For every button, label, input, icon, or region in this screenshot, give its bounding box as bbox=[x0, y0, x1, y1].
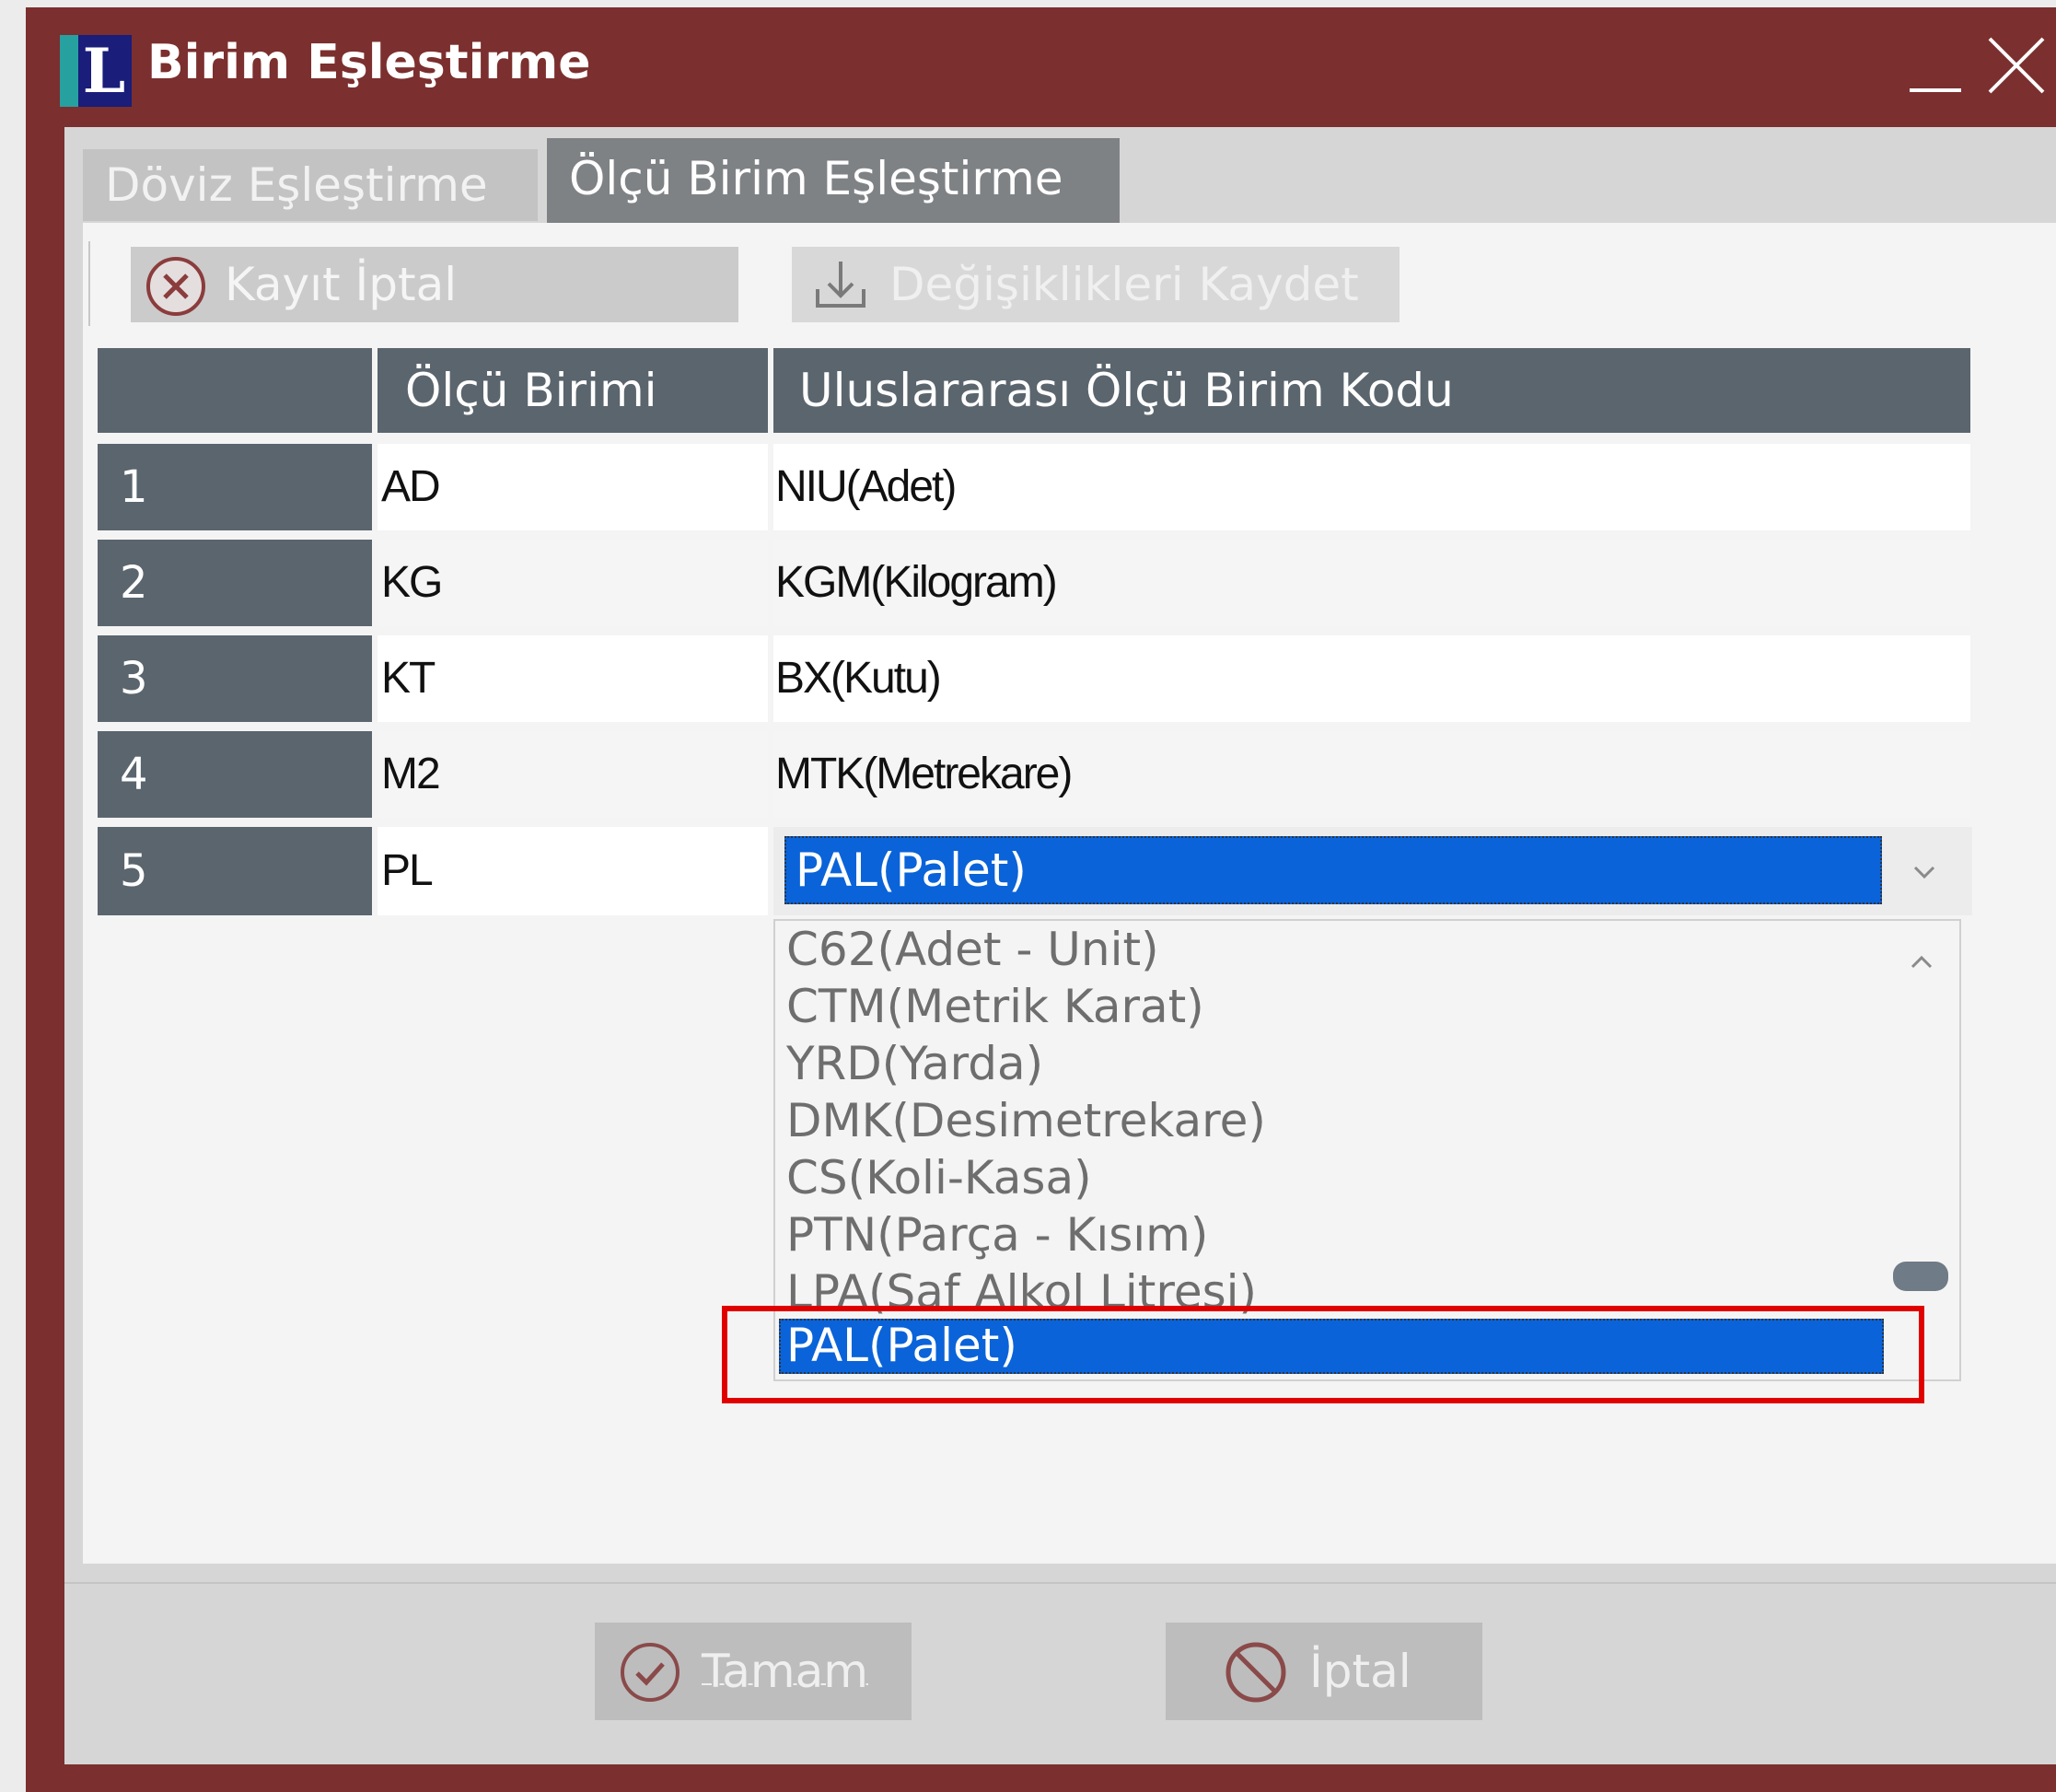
tab-doviz-eslestirme[interactable]: Döviz Eşleştirme bbox=[83, 149, 538, 221]
window-title: Birim Eşleştirme bbox=[147, 35, 591, 90]
row-number[interactable]: 2 bbox=[98, 540, 372, 626]
unit-cell[interactable]: M2 bbox=[378, 731, 768, 818]
combobox-selected-value[interactable]: PAL(Palet) bbox=[784, 836, 1882, 904]
toolbar-grip bbox=[88, 241, 90, 326]
row-number[interactable]: 5 bbox=[98, 827, 372, 915]
column-header-olcu-birimi[interactable]: Ölçü Birimi bbox=[378, 348, 768, 433]
code-cell[interactable]: NIU(Adet) bbox=[773, 444, 1970, 530]
code-cell[interactable]: KGM(Kilogram) bbox=[773, 540, 1970, 626]
degisiklikleri-kaydet-label: Değişiklikleri Kaydet bbox=[889, 258, 1359, 311]
unit-cell[interactable]: AD bbox=[378, 444, 768, 530]
iptal-button[interactable]: İptal bbox=[1166, 1623, 1482, 1720]
chevron-down-icon[interactable] bbox=[1897, 847, 1952, 899]
dropdown-option[interactable]: DMK(Desimetrekare) bbox=[784, 1092, 1882, 1149]
dropdown-option[interactable]: C62(Adet - Unit) bbox=[784, 921, 1882, 978]
unit-cell[interactable]: KG bbox=[378, 540, 768, 626]
grid-corner-header[interactable] bbox=[98, 348, 372, 433]
chevron-up-icon[interactable] bbox=[1899, 943, 1945, 980]
kayit-iptal-label: Kayıt İptal bbox=[225, 258, 458, 311]
check-circle-icon bbox=[617, 1639, 683, 1705]
cancel-circle-icon bbox=[144, 254, 208, 319]
footer-divider bbox=[64, 1582, 2056, 1584]
degisiklikleri-kaydet-button[interactable]: Değişiklikleri Kaydet bbox=[792, 247, 1400, 322]
annotation-highlight-box bbox=[722, 1306, 1924, 1403]
minimize-icon[interactable] bbox=[1906, 37, 1965, 98]
download-icon bbox=[808, 252, 873, 317]
column-header-uluslararasi-kod[interactable]: Uluslararası Ölçü Birim Kodu bbox=[773, 348, 1970, 433]
unit-cell[interactable]: PL bbox=[378, 827, 768, 915]
row-number[interactable]: 4 bbox=[98, 731, 372, 818]
dropdown-option[interactable]: YRD(Yarda) bbox=[784, 1035, 1882, 1092]
row-number[interactable]: 1 bbox=[98, 444, 372, 530]
tamam-label: Tamam bbox=[702, 1645, 868, 1698]
code-cell[interactable]: MTK(Metrekare) bbox=[773, 731, 1970, 818]
scrollbar-thumb[interactable] bbox=[1893, 1262, 1948, 1291]
dropdown-option[interactable]: CS(Koli-Kasa) bbox=[784, 1149, 1882, 1206]
dropdown-option[interactable]: CTM(Metrik Karat) bbox=[784, 978, 1882, 1035]
prohibited-icon bbox=[1223, 1639, 1289, 1705]
kayit-iptal-button[interactable]: Kayıt İptal bbox=[131, 247, 738, 322]
tamam-button[interactable]: Tamam bbox=[595, 1623, 912, 1720]
logo-letter: L bbox=[82, 35, 126, 107]
close-icon[interactable] bbox=[1984, 33, 2049, 98]
iptal-label: İptal bbox=[1309, 1645, 1411, 1698]
tab-olcu-birim-eslestirme[interactable]: Ölçü Birim Eşleştirme bbox=[547, 138, 1120, 223]
app-logo-icon: L bbox=[60, 35, 132, 107]
dropdown-option[interactable]: PTN(Parça - Kısım) bbox=[784, 1206, 1882, 1263]
row-number[interactable]: 3 bbox=[98, 635, 372, 722]
unit-cell[interactable]: KT bbox=[378, 635, 768, 722]
code-cell[interactable]: BX(Kutu) bbox=[773, 635, 1970, 722]
